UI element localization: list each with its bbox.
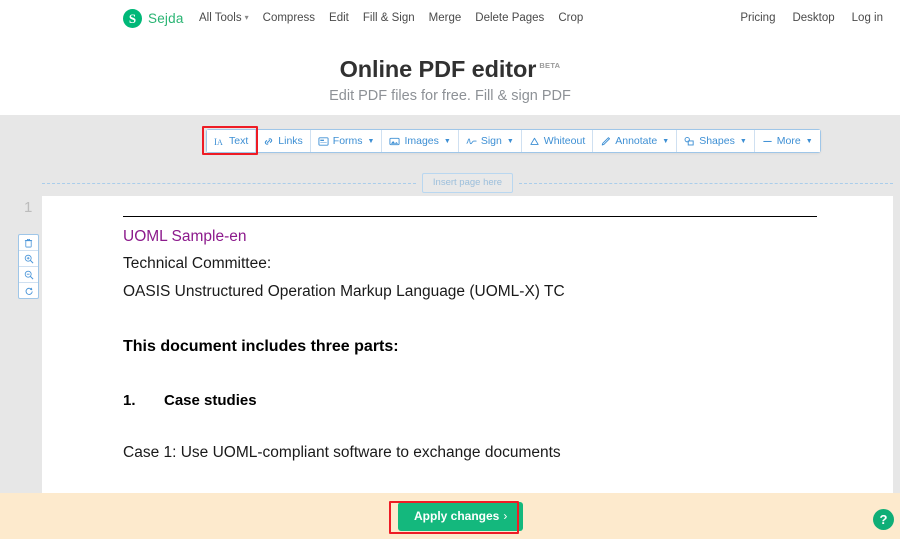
sejda-logo-icon: S [123,9,142,28]
nav-item-all-tools-label: All Tools [199,12,242,24]
page-title-text: Online PDF editor [339,56,537,82]
chevron-down-icon: ▼ [443,137,451,145]
delete-page-icon[interactable] [19,235,38,251]
editor-canvas-area: IA Text Links Forms ▼ Images ▼ Sign ▼ Wh… [0,115,900,539]
chevron-down-icon: ▼ [367,137,375,145]
insert-page-row: Insert page here [42,173,893,193]
apply-changes-button[interactable]: Apply changes › [398,502,524,531]
link-icon [263,136,274,147]
toolbar-button-more-label: More [776,135,801,147]
bottom-action-bar: Apply changes › [0,493,900,539]
nav-item-log-in[interactable]: Log in [852,12,883,24]
brand-logo-link[interactable]: S Sejda [123,9,184,28]
nav-item-compress[interactable]: Compress [263,12,315,24]
nav-item-fill-and-sign[interactable]: Fill & Sign [363,12,415,24]
chevron-down-icon: ▼ [506,137,514,145]
toolbar-button-more[interactable]: More ▼ [754,130,820,152]
zoom-in-icon[interactable] [19,251,38,267]
sejda-pdf-editor-page: S Sejda All Tools ▾ Compress Edit Fill & … [0,0,900,539]
secondary-nav: Pricing Desktop Log in [740,12,883,24]
help-button[interactable]: ? [873,509,894,530]
document-line-technical-committee: Technical Committee: [123,255,272,272]
chevron-down-icon: ▼ [662,137,670,145]
document-line-case-1: Case 1: Use UOML-compliant software to e… [123,444,561,461]
page-subtitle: Edit PDF files for free. Fill & sign PDF [329,88,571,104]
toolbar-button-images[interactable]: Images ▼ [382,130,459,152]
document-line-oasis-tc: OASIS Unstructured Operation Markup Lang… [123,283,565,300]
insert-divider-left [42,182,416,184]
document-list-item-1-number: 1. [123,392,136,409]
toolbar-button-images-label: Images [404,135,439,147]
whiteout-icon [529,136,540,147]
text-cursor-icon: IA [214,136,225,147]
pdf-page-content: UOML Sample-en Technical Committee: OASI… [123,216,863,463]
more-icon [762,136,773,147]
editor-toolbar: IA Text Links Forms ▼ Images ▼ Sign ▼ Wh… [206,129,821,153]
toolbar-button-links-label: Links [278,135,303,147]
toolbar-button-whiteout[interactable]: Whiteout [521,130,594,152]
page-number-label: 1 [24,199,33,216]
pen-icon [600,136,611,147]
toolbar-button-sign[interactable]: Sign ▼ [458,130,522,152]
nav-item-delete-pages[interactable]: Delete Pages [475,12,544,24]
chevron-down-icon: ▼ [805,137,813,145]
nav-item-edit[interactable]: Edit [329,12,349,24]
shapes-icon [684,136,695,147]
toolbar-button-shapes-label: Shapes [699,135,735,147]
toolbar-button-sign-label: Sign [480,135,502,147]
nav-item-all-tools[interactable]: All Tools ▾ [199,12,249,24]
toolbar-button-annotate[interactable]: Annotate ▼ [593,130,678,152]
document-list-item-1-label: Case studies [164,392,257,409]
document-top-rule [123,216,817,217]
document-title-link[interactable]: UOML Sample-en [123,224,863,250]
toolbar-button-text-label: Text [229,135,249,147]
primary-nav: All Tools ▾ Compress Edit Fill & Sign Mer… [199,12,583,24]
chevron-right-icon: › [503,509,508,523]
pdf-page-canvas[interactable]: UOML Sample-en Technical Committee: OASI… [42,196,893,539]
toolbar-button-links[interactable]: Links [256,130,311,152]
brand-name: Sejda [148,11,184,26]
form-icon [318,136,329,147]
insert-page-here-button[interactable]: Insert page here [421,173,514,193]
nav-item-desktop[interactable]: Desktop [792,12,834,24]
toolbar-button-shapes[interactable]: Shapes ▼ [677,130,755,152]
toolbar-button-text[interactable]: IA Text [207,130,257,152]
nav-item-merge[interactable]: Merge [429,12,462,24]
image-icon [389,136,401,147]
zoom-out-icon[interactable] [19,267,38,283]
hero-section: Online PDF editor BETA Edit PDF files for… [0,38,900,115]
document-heading-three-parts: This document includes three parts: [123,338,399,355]
document-list-item-1: 1. Case studies [123,391,863,411]
toolbar-button-forms-label: Forms [332,135,363,147]
toolbar-button-whiteout-label: Whiteout [543,135,586,147]
top-navigation-bar: S Sejda All Tools ▾ Compress Edit Fill & … [0,0,900,38]
toolbar-button-forms[interactable]: Forms ▼ [310,130,383,152]
svg-text:A: A [217,138,223,147]
apply-changes-label: Apply changes [414,509,500,523]
nav-item-crop[interactable]: Crop [558,12,583,24]
insert-divider-right [519,182,893,184]
beta-badge: BETA [539,61,561,70]
chevron-down-icon: ▼ [739,137,747,145]
rotate-page-icon[interactable] [19,283,38,298]
toolbar-button-annotate-label: Annotate [615,135,658,147]
nav-item-pricing[interactable]: Pricing [740,12,775,24]
signature-icon [466,136,477,147]
chevron-down-icon: ▾ [244,13,249,22]
page-tools-panel [18,234,39,299]
page-title: Online PDF editor BETA [0,56,900,83]
